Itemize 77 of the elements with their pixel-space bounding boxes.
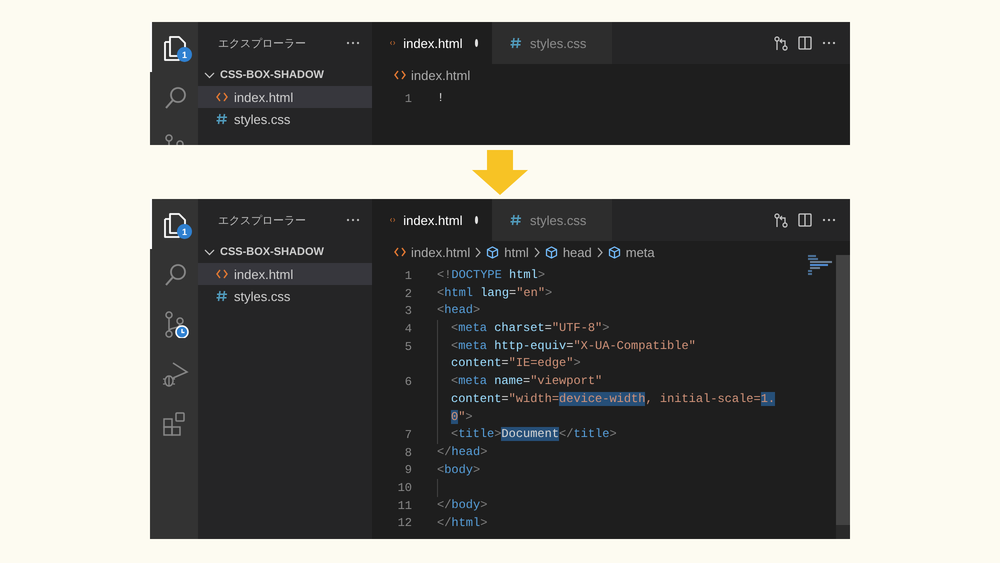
code-file-icon <box>216 91 228 103</box>
file-item[interactable]: styles.css <box>198 285 372 307</box>
count-badge: 1 <box>177 224 192 239</box>
count-badge: 1 <box>177 47 192 62</box>
code-line: 0"> <box>437 408 473 426</box>
minimap-drawing <box>808 255 834 276</box>
chevron-icon <box>204 70 215 80</box>
code-line: <meta charset="UTF-8"> <box>437 320 610 338</box>
more-icon[interactable] <box>346 40 360 46</box>
line-number: 1 <box>404 92 412 106</box>
chevron-icon <box>474 246 482 258</box>
breadcrumb-item[interactable]: index.html <box>394 244 470 260</box>
line-number: 3 <box>404 304 412 318</box>
sidebar-title: エクスプローラー <box>218 36 306 50</box>
code-line: <head> <box>437 302 480 320</box>
line-number: 5 <box>404 340 412 354</box>
more-icon[interactable] <box>822 40 836 46</box>
line-number: 8 <box>404 446 412 460</box>
hash-icon <box>510 37 522 49</box>
folder-row[interactable]: CSS-BOX-SHADOW <box>198 241 372 263</box>
line-number: 4 <box>404 322 412 336</box>
more-icon[interactable] <box>822 217 836 223</box>
chevron-icon <box>204 246 215 258</box>
hash-icon <box>510 214 522 226</box>
code-line: <title>Document</title> <box>437 426 617 444</box>
line-number: 7 <box>404 428 412 442</box>
code-line: <meta http-equiv="X-UA-Compatible" <box>437 338 696 356</box>
line-number: 11 <box>396 498 412 513</box>
scrollbar[interactable] <box>836 255 850 539</box>
breadcrumb-item[interactable]: html <box>486 244 529 260</box>
file-item[interactable]: index.html <box>198 86 372 108</box>
line-number: 10 <box>396 481 412 496</box>
breadcrumb-item[interactable]: head <box>544 244 592 260</box>
code-line: </html> <box>437 514 488 532</box>
cube-icon <box>486 246 500 258</box>
editor-tab[interactable]: styles.css <box>492 22 612 64</box>
hash-icon <box>216 113 228 125</box>
file-item[interactable]: styles.css <box>198 108 372 130</box>
more-icon[interactable] <box>346 217 360 223</box>
code-line: <!DOCTYPE html> <box>437 267 546 284</box>
editor-tab[interactable]: styles.css <box>492 199 612 241</box>
code-line: content="IE=edge"> <box>437 355 581 374</box>
file-item[interactable]: index.html <box>198 263 372 285</box>
breadcrumb-item[interactable]: index.html <box>394 68 470 82</box>
split-editor-icon[interactable] <box>798 213 812 227</box>
line-number: 1 <box>404 268 412 283</box>
code-line: </body> <box>437 496 488 514</box>
code-line: <body> <box>437 462 480 479</box>
line-number: 9 <box>404 463 412 478</box>
breadcrumb-item[interactable]: meta <box>608 244 655 260</box>
split-editor-icon[interactable] <box>798 36 812 50</box>
code-line: ! <box>437 90 444 107</box>
compare-changes-icon[interactable] <box>774 212 788 228</box>
folder-row[interactable]: CSS-BOX-SHADOW <box>198 64 372 86</box>
down-arrow-icon <box>472 150 528 195</box>
editor-tab[interactable]: index.html <box>372 22 492 64</box>
files-icon[interactable] <box>161 33 189 61</box>
cube-icon <box>608 246 621 258</box>
run-debug-icon[interactable] <box>161 360 189 388</box>
cube-icon <box>544 246 558 258</box>
chevron-icon <box>532 246 541 258</box>
compare-changes-icon[interactable] <box>774 36 788 50</box>
hash-icon <box>216 290 228 302</box>
code-line: <meta name="viewport" <box>437 373 602 391</box>
line-number: 12 <box>396 516 412 530</box>
files-icon[interactable] <box>161 210 189 238</box>
code-file-icon <box>394 69 406 81</box>
line-number: 6 <box>404 374 412 389</box>
code-line: </head> <box>437 444 488 461</box>
editor-tab[interactable]: index.html <box>372 199 492 241</box>
code-line: content="width=device-width, initial-scale=1. <box>437 390 776 408</box>
code-file-icon <box>394 246 406 258</box>
line-number: 2 <box>404 286 412 301</box>
sidebar-title: エクスプローラー <box>218 214 306 228</box>
code-line: <html lang="en"> <box>437 284 552 302</box>
chevron-icon <box>596 246 604 258</box>
code-file-icon <box>216 268 228 280</box>
